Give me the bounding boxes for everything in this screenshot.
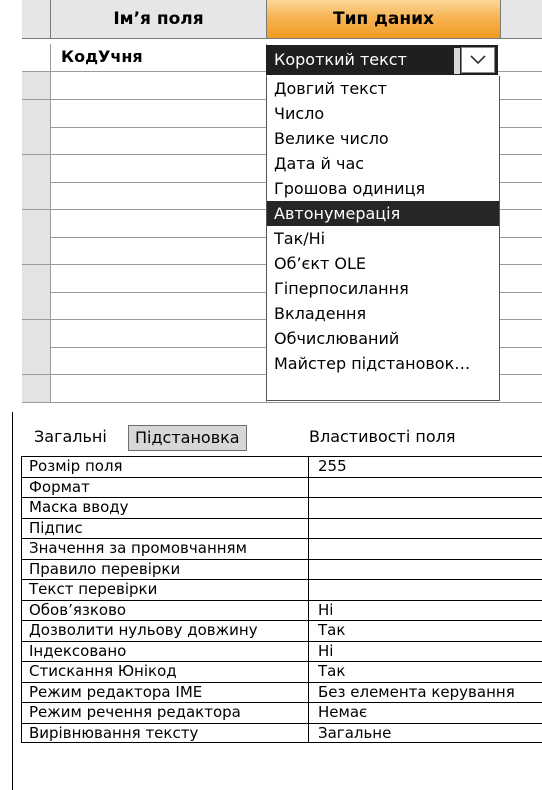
property-row[interactable]: Правило перевірки bbox=[22, 558, 542, 580]
property-name: Маска вводу bbox=[22, 498, 309, 518]
row-selector[interactable] bbox=[22, 72, 51, 99]
field-name-text: КодУчня bbox=[61, 47, 143, 66]
property-name: Значення за промовчанням bbox=[22, 539, 309, 559]
row-selector[interactable] bbox=[22, 209, 51, 237]
property-name: Дозволити нульову довжину bbox=[22, 621, 309, 641]
dropdown-option[interactable]: Об’єкт OLE bbox=[267, 251, 499, 276]
property-value[interactable] bbox=[309, 519, 542, 539]
property-value[interactable]: Ні bbox=[309, 642, 542, 662]
dropdown-option[interactable]: Гіперпосилання bbox=[267, 276, 499, 301]
property-name: Обов’язково bbox=[22, 600, 309, 620]
tab-general[interactable]: Загальні bbox=[28, 425, 113, 449]
row-selector[interactable] bbox=[22, 44, 51, 71]
property-name: Формат bbox=[22, 477, 309, 497]
property-value[interactable]: Ні bbox=[309, 601, 542, 621]
property-value[interactable] bbox=[309, 560, 542, 580]
field-properties-table: Розмір поля 255 Формат Маска вводу Підпис Зна… bbox=[21, 456, 542, 743]
dropdown-option[interactable]: Число bbox=[267, 101, 499, 126]
property-value[interactable]: Немає bbox=[309, 703, 542, 723]
field-name-cell[interactable] bbox=[51, 264, 267, 292]
row-selector[interactable] bbox=[22, 264, 51, 292]
dropdown-option[interactable]: Довгий текст bbox=[267, 76, 499, 101]
property-row[interactable]: Стискання Юнікод Так bbox=[22, 661, 542, 682]
property-row[interactable]: Обов’язково Ні bbox=[22, 599, 542, 621]
properties-pane-border bbox=[12, 412, 13, 790]
column-header-description[interactable] bbox=[500, 0, 542, 39]
row-selector[interactable] bbox=[22, 374, 51, 402]
field-name-cell[interactable] bbox=[51, 319, 267, 347]
property-name: Стискання Юнікод bbox=[22, 662, 309, 682]
property-name: Індексовано bbox=[22, 641, 309, 661]
column-header-data-type-label: Тип даних bbox=[333, 9, 434, 29]
property-value[interactable] bbox=[309, 539, 542, 559]
data-type-dropdown-list: Довгий текст Число Велике число Дата й час Г… bbox=[266, 76, 500, 401]
data-type-combobox[interactable]: Короткий текст bbox=[266, 45, 498, 75]
property-name: Вирівнювання тексту bbox=[22, 723, 309, 742]
property-name: Текст перевірки bbox=[22, 580, 309, 600]
column-header-field-name[interactable]: Ім’я поля bbox=[51, 0, 267, 39]
dropdown-option[interactable]: Велике число bbox=[267, 126, 499, 151]
property-row[interactable]: Індексовано Ні bbox=[22, 640, 542, 662]
field-name-cell[interactable] bbox=[51, 209, 267, 237]
property-row[interactable]: Формат bbox=[22, 476, 542, 498]
data-type-value: Короткий текст bbox=[274, 50, 407, 69]
field-name-cell[interactable] bbox=[51, 182, 267, 209]
row-selector[interactable] bbox=[22, 319, 51, 347]
property-value[interactable]: Так bbox=[309, 621, 542, 641]
property-value[interactable] bbox=[309, 498, 542, 518]
chevron-down-icon bbox=[470, 55, 486, 65]
field-name-cell[interactable] bbox=[51, 292, 267, 319]
row-selector[interactable] bbox=[22, 99, 51, 127]
property-name: Режим редактора IME bbox=[22, 682, 309, 702]
dropdown-option[interactable]: Дата й час bbox=[267, 151, 499, 176]
dropdown-option[interactable]: Автонумерація bbox=[267, 201, 499, 226]
dropdown-option[interactable]: Майстер підстановок… bbox=[267, 351, 499, 376]
property-value[interactable]: Загальне bbox=[309, 724, 542, 743]
field-name-cell[interactable]: КодУчня bbox=[51, 44, 267, 71]
property-name: Правило перевірки bbox=[22, 559, 309, 579]
row-selector-header[interactable] bbox=[22, 0, 51, 39]
field-name-cell[interactable] bbox=[51, 347, 267, 374]
dropdown-button[interactable] bbox=[454, 47, 495, 74]
property-value[interactable]: Без елемента керування bbox=[309, 683, 542, 703]
dropdown-option[interactable]: Так/Ні bbox=[267, 226, 499, 251]
property-row[interactable]: Підпис bbox=[22, 517, 542, 539]
property-row[interactable]: Значення за промовчанням bbox=[22, 538, 542, 559]
field-name-cell[interactable] bbox=[51, 237, 267, 264]
dropdown-option[interactable]: Вкладення bbox=[267, 301, 499, 326]
field-name-cell[interactable] bbox=[51, 154, 267, 182]
property-value[interactable]: 255 bbox=[309, 457, 542, 477]
dropdown-option[interactable]: Обчислюваний bbox=[267, 326, 499, 351]
property-value[interactable]: Так bbox=[309, 662, 542, 682]
property-row[interactable]: Вирівнювання тексту Загальне bbox=[22, 722, 542, 743]
property-row[interactable]: Дозволити нульову довжину Так bbox=[22, 620, 542, 641]
property-value[interactable] bbox=[309, 580, 542, 600]
property-name: Розмір поля bbox=[22, 457, 309, 477]
property-row[interactable]: Маска вводу bbox=[22, 497, 542, 518]
row-selector[interactable] bbox=[22, 182, 51, 209]
property-name: Режим речення редактора bbox=[22, 703, 309, 723]
field-name-cell[interactable] bbox=[51, 127, 267, 154]
property-row[interactable]: Текст перевірки bbox=[22, 579, 542, 600]
column-header-field-name-label: Ім’я поля bbox=[113, 9, 204, 29]
property-tabs: Загальні Підстановка bbox=[28, 425, 542, 451]
property-row[interactable]: Режим речення редактора Немає bbox=[22, 702, 542, 723]
row-selector[interactable] bbox=[22, 127, 51, 154]
column-header-data-type[interactable]: Тип даних bbox=[267, 0, 500, 39]
row-selector[interactable] bbox=[22, 154, 51, 182]
property-row[interactable]: Режим редактора IME Без елемента керуванн… bbox=[22, 681, 542, 703]
field-name-cell[interactable] bbox=[51, 99, 267, 127]
field-name-cell[interactable] bbox=[51, 374, 267, 402]
field-name-cell[interactable] bbox=[51, 72, 267, 99]
properties-title: Властивості поля bbox=[309, 427, 456, 446]
property-name: Підпис bbox=[22, 518, 309, 538]
row-selector[interactable] bbox=[22, 237, 51, 264]
tab-lookup[interactable]: Підстановка bbox=[128, 425, 247, 451]
property-value[interactable] bbox=[309, 478, 542, 498]
property-row[interactable]: Розмір поля 255 bbox=[22, 456, 542, 477]
row-selector[interactable] bbox=[22, 292, 51, 319]
dropdown-option[interactable]: Грошова одиниця bbox=[267, 176, 499, 201]
row-selector[interactable] bbox=[22, 347, 51, 374]
